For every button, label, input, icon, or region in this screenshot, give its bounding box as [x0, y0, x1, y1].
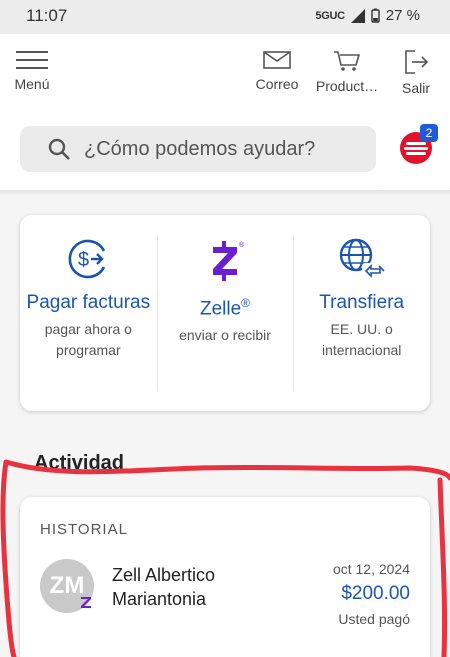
mail-button[interactable]: Correo [252, 50, 302, 92]
quick-actions-card: $ Pagar facturas pagar ahora o programar… [20, 215, 430, 411]
exit-button[interactable]: Salir [396, 50, 436, 96]
payment-status: Usted pagó [338, 611, 410, 627]
zelle-trademark: ® [241, 296, 251, 310]
transfer-subtitle: EE. UU. o internacional [321, 321, 402, 358]
mail-label: Correo [255, 76, 299, 92]
history-card: HISTORIAL ZM Zell Albertico Mariantonia … [20, 497, 430, 657]
svg-text:®: ® [239, 241, 245, 249]
envelope-icon [263, 51, 291, 69]
zelle-title: Zelle® [157, 291, 294, 321]
zelle-subtitle: enviar o recibir [179, 327, 271, 344]
menu-label: Menú [14, 76, 50, 92]
pay-bills-action[interactable]: $ Pagar facturas pagar ahora o programar [20, 215, 157, 411]
zelle-action[interactable]: ® Zelle® enviar o recibir [156, 215, 294, 411]
globe-transfer-icon [339, 238, 385, 279]
payment-amount: $200.00 [341, 583, 410, 604]
battery-icon [371, 8, 380, 23]
status-indicators: 5GUC 27 % [315, 7, 420, 24]
logout-icon [405, 50, 429, 74]
battery-level: 27 % [385, 7, 420, 24]
zelle-badge-icon [81, 597, 91, 608]
app-header: Menú Correo Product… Salir ¿Cómo podemos… [0, 34, 450, 190]
payment-date: oct 12, 2024 [332, 561, 410, 577]
pay-bills-subtitle: pagar ahora o programar [44, 321, 132, 358]
search-placeholder: ¿Cómo podemos ayudar? [84, 137, 316, 160]
notification-badge: 2 [420, 124, 438, 142]
header-divider [0, 190, 450, 196]
pay-bills-title: Pagar facturas [26, 292, 151, 313]
products-label: Product… [315, 78, 379, 94]
zelle-title-text: Zelle [199, 298, 242, 320]
transfer-title: Transfiera [319, 292, 405, 313]
search-icon [48, 138, 70, 160]
transfer-action[interactable]: Transfiera EE. UU. o internacional [293, 215, 430, 411]
network-type: 5GUC [315, 9, 345, 22]
svg-text:$: $ [78, 249, 89, 271]
zelle-icon: ® [213, 241, 245, 281]
dollar-transfer-icon: $ [68, 239, 106, 279]
activity-heading: Actividad [34, 452, 125, 474]
history-title: HISTORIAL [40, 521, 128, 538]
products-button[interactable]: Product… [312, 50, 382, 94]
cart-icon [334, 51, 361, 71]
hamburger-icon [16, 51, 48, 69]
exit-label: Salir [401, 80, 430, 96]
status-time: 11:07 [26, 6, 68, 25]
payee-name: Zell Albertico Mariantonia [112, 565, 216, 609]
menu-button[interactable]: Menú [10, 50, 54, 92]
signal-icon [350, 8, 365, 23]
status-bar: 11:07 5GUC 27 % [0, 0, 450, 34]
search-input[interactable]: ¿Cómo podemos ayudar? [20, 126, 376, 172]
